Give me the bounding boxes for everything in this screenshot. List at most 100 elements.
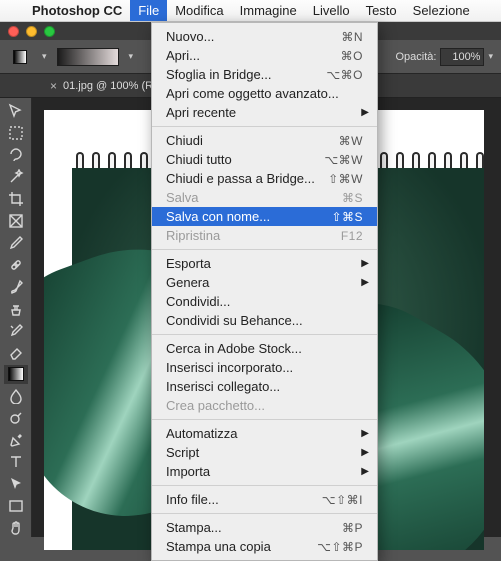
submenu-arrow-icon: ▶ (361, 277, 369, 288)
menu-item-label: Inserisci incorporato... (166, 360, 363, 375)
macos-menubar: Photoshop CC FileModificaImmagineLivello… (0, 0, 501, 22)
menu-item-apri-recente[interactable]: Apri recente▶ (152, 103, 377, 122)
chevron-down-icon[interactable]: ▾ (488, 51, 493, 62)
menu-item-cerca-in-adobe-stock[interactable]: Cerca in Adobe Stock... (152, 339, 377, 358)
submenu-arrow-icon: ▶ (361, 447, 369, 458)
menu-item-stampa[interactable]: Stampa...⌘P (152, 518, 377, 537)
chevron-down-icon[interactable]: ▾ (129, 51, 134, 62)
tool-crop-icon[interactable] (4, 190, 28, 209)
menu-item-shortcut: ⌘S (342, 191, 363, 205)
tool-healing-icon[interactable] (4, 255, 28, 274)
tool-eraser-icon[interactable] (4, 343, 28, 362)
menubar-item-livello[interactable]: Livello (305, 0, 358, 21)
tool-eyedropper-icon[interactable] (4, 233, 28, 252)
menu-item-label: Importa (166, 464, 363, 479)
menubar-item-immagine[interactable]: Immagine (232, 0, 305, 21)
menu-item-script[interactable]: Script▶ (152, 443, 377, 462)
menu-item-salva: Salva⌘S (152, 188, 377, 207)
menu-item-shortcut: ⌘P (342, 521, 363, 535)
menu-item-shortcut: ⌘N (341, 30, 363, 44)
tool-brush-icon[interactable] (4, 277, 28, 296)
tool-preset-icon[interactable] (8, 46, 32, 68)
tool-lasso-icon[interactable] (4, 146, 28, 165)
menu-item-label: Apri... (166, 48, 341, 63)
menu-item-esporta[interactable]: Esporta▶ (152, 254, 377, 273)
menu-item-label: Chiudi (166, 133, 339, 148)
menu-item-label: Stampa... (166, 520, 342, 535)
window-minimize-icon[interactable] (26, 26, 37, 37)
menu-item-label: Apri recente (166, 105, 363, 120)
menu-item-chiudi[interactable]: Chiudi⌘W (152, 131, 377, 150)
menu-item-importa[interactable]: Importa▶ (152, 462, 377, 481)
menu-item-label: Apri come oggetto avanzato... (166, 86, 363, 101)
menu-item-nuovo[interactable]: Nuovo...⌘N (152, 27, 377, 46)
menubar-item-file[interactable]: File (130, 0, 167, 21)
opacity-field[interactable]: 100% (440, 48, 484, 66)
menubar-item-testo[interactable]: Testo (358, 0, 405, 21)
gradient-preview[interactable] (57, 48, 119, 66)
menu-item-inserisci-collegato[interactable]: Inserisci collegato... (152, 377, 377, 396)
menu-item-automatizza[interactable]: Automatizza▶ (152, 424, 377, 443)
menu-item-label: Chiudi tutto (166, 152, 324, 167)
tool-rectangle-icon[interactable] (4, 496, 28, 515)
tool-frame-icon[interactable] (4, 212, 28, 231)
tool-clone-icon[interactable] (4, 299, 28, 318)
app-name[interactable]: Photoshop CC (24, 3, 130, 18)
chevron-down-icon[interactable]: ▾ (42, 51, 47, 62)
tool-hand-icon[interactable] (4, 518, 28, 537)
menu-item-shortcut: ⌘O (341, 49, 363, 63)
menu-item-label: Salva con nome... (166, 209, 331, 224)
tool-path-select-icon[interactable] (4, 474, 28, 493)
menu-separator (152, 334, 377, 335)
menu-item-label: Chiudi e passa a Bridge... (166, 171, 328, 186)
menubar-item-selezione[interactable]: Selezione (405, 0, 478, 21)
menu-item-label: Salva (166, 190, 342, 205)
menu-item-label: Condividi su Behance... (166, 313, 363, 328)
menu-item-ripristina: RipristinaF12 (152, 226, 377, 245)
window-close-icon[interactable] (8, 26, 19, 37)
tool-gradient-icon[interactable] (4, 365, 28, 384)
submenu-arrow-icon: ▶ (361, 428, 369, 439)
menu-separator (152, 513, 377, 514)
opacity-label: Opacità: (396, 51, 437, 63)
menu-item-condividi-su-behance[interactable]: Condividi su Behance... (152, 311, 377, 330)
tool-move-icon[interactable] (4, 102, 28, 121)
menu-item-shortcut: F12 (341, 229, 363, 243)
tool-pen-icon[interactable] (4, 431, 28, 450)
menu-separator (152, 419, 377, 420)
menu-item-apri[interactable]: Apri...⌘O (152, 46, 377, 65)
close-icon[interactable]: × (50, 79, 57, 93)
tool-marquee-icon[interactable] (4, 124, 28, 143)
menu-item-condividi[interactable]: Condividi... (152, 292, 377, 311)
menu-item-chiudi-e-passa-a-bridge[interactable]: Chiudi e passa a Bridge...⇧⌘W (152, 169, 377, 188)
menu-item-salva-con-nome[interactable]: Salva con nome...⇧⌘S (152, 207, 377, 226)
menubar-item-modifica[interactable]: Modifica (167, 0, 231, 21)
menu-item-label: Nuovo... (166, 29, 341, 44)
menu-item-genera[interactable]: Genera▶ (152, 273, 377, 292)
menu-item-chiudi-tutto[interactable]: Chiudi tutto⌥⌘W (152, 150, 377, 169)
tool-history-brush-icon[interactable] (4, 321, 28, 340)
menu-item-inserisci-incorporato[interactable]: Inserisci incorporato... (152, 358, 377, 377)
document-tab[interactable]: × 01.jpg @ 100% (R (50, 79, 153, 93)
menu-item-shortcut: ⌥⇧⌘I (322, 493, 363, 507)
menu-item-info-file[interactable]: Info file...⌥⇧⌘I (152, 490, 377, 509)
menu-item-label: Inserisci collegato... (166, 379, 363, 394)
menu-item-shortcut: ⇧⌘S (331, 210, 363, 224)
tool-type-icon[interactable] (4, 453, 28, 472)
tool-magic-wand-icon[interactable] (4, 168, 28, 187)
tools-panel (0, 98, 32, 537)
menu-item-label: Ripristina (166, 228, 341, 243)
document-tab-title: 01.jpg @ 100% (R (63, 80, 153, 92)
tool-blur-icon[interactable] (4, 387, 28, 406)
menu-item-label: Genera (166, 275, 363, 290)
menu-item-shortcut: ⌥⇧⌘P (317, 540, 363, 554)
menu-item-label: Condividi... (166, 294, 363, 309)
menu-item-apri-come-oggetto-avanzato[interactable]: Apri come oggetto avanzato... (152, 84, 377, 103)
window-zoom-icon[interactable] (44, 26, 55, 37)
menu-item-shortcut: ⌥⌘O (326, 68, 363, 82)
menu-item-label: Script (166, 445, 363, 460)
tool-dodge-icon[interactable] (4, 409, 28, 428)
menu-item-stampa-una-copia[interactable]: Stampa una copia⌥⇧⌘P (152, 537, 377, 556)
menu-item-sfoglia-in-bridge[interactable]: Sfoglia in Bridge...⌥⌘O (152, 65, 377, 84)
menu-item-label: Cerca in Adobe Stock... (166, 341, 363, 356)
